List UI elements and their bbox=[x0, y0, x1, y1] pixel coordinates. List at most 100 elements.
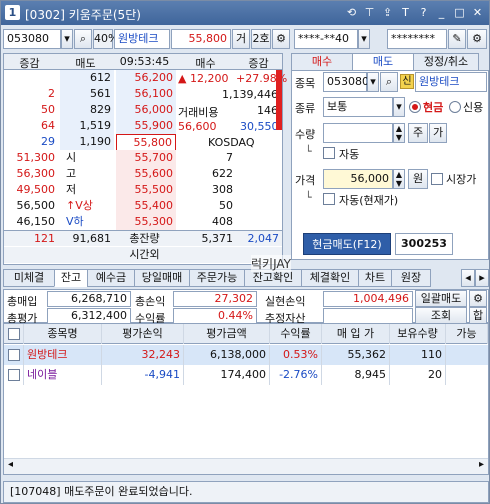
header-eval[interactable]: 평가금액 bbox=[184, 324, 270, 344]
code-dropdown-button[interactable]: ▾ bbox=[61, 29, 73, 49]
qty-ga-button[interactable]: 가 bbox=[429, 123, 447, 143]
maximize-icon[interactable]: □ bbox=[452, 5, 467, 20]
pin-icon[interactable]: ⊤ bbox=[362, 5, 377, 20]
tabs-scroll-left[interactable]: ◂ bbox=[461, 269, 475, 287]
cell-pl: -4,941 bbox=[102, 365, 184, 385]
ohlc-label: 저 bbox=[66, 183, 77, 196]
tab-sell[interactable]: 매도 bbox=[352, 53, 414, 71]
tab-lower-7[interactable]: 차트 bbox=[358, 269, 392, 287]
upload-icon[interactable]: ⇪ bbox=[380, 5, 395, 20]
qty-auto-checkbox[interactable] bbox=[323, 147, 335, 159]
minimize-icon[interactable]: _ bbox=[434, 5, 449, 20]
scroll-right-arrow-icon[interactable]: ▸ bbox=[479, 459, 484, 470]
stock-code-input[interactable]: 053080 bbox=[3, 29, 61, 49]
tabs-scroll-right[interactable]: ▸ bbox=[475, 269, 489, 287]
geo-button[interactable]: 거 bbox=[232, 29, 250, 49]
order-code-dropdown[interactable]: ▾ bbox=[367, 72, 379, 92]
tab-buy[interactable]: 매수 bbox=[291, 53, 353, 71]
tab-lower-1[interactable]: 잔고 bbox=[54, 269, 88, 287]
grid-horizontal-scrollbar[interactable]: ◂ ▸ bbox=[4, 458, 488, 474]
ask-row[interactable]: 50 829 56,000 bbox=[4, 102, 282, 118]
bid-row[interactable]: 56,300 고 55,600 622 bbox=[4, 166, 282, 182]
radio-credit[interactable] bbox=[449, 101, 461, 113]
bid-price[interactable]: 55,300 bbox=[116, 214, 176, 230]
bid-price[interactable]: 55,700 bbox=[116, 150, 176, 166]
bid-price[interactable]: 55,600 bbox=[116, 166, 176, 182]
order-type-dropdown[interactable]: ▾ bbox=[393, 97, 405, 117]
settings-gear-icon[interactable]: ⚙ bbox=[467, 29, 487, 49]
header-pl[interactable]: 평가손익 bbox=[102, 324, 184, 344]
gear-icon[interactable]: ⚙ bbox=[272, 29, 290, 49]
price-auto-checkbox[interactable] bbox=[323, 193, 335, 205]
ratio-selector[interactable]: 40% bbox=[93, 29, 118, 49]
account-dropdown-button[interactable]: ▾ bbox=[358, 29, 370, 49]
font-icon[interactable]: T bbox=[398, 5, 413, 20]
tab-modify-cancel[interactable]: 정정/취소 bbox=[413, 53, 479, 71]
header-qty[interactable]: 보유수량 bbox=[390, 324, 446, 344]
total-bid-change: 2,047 bbox=[247, 232, 280, 245]
order-tabs: 매수 매도 정정/취소 bbox=[291, 53, 479, 71]
row-checkbox[interactable] bbox=[8, 369, 20, 381]
tab-lower-2[interactable]: 예수금 bbox=[87, 269, 135, 287]
summary-label: 총손익 bbox=[135, 295, 166, 308]
price-unit-button[interactable]: 원 bbox=[408, 169, 428, 189]
market-price-checkbox[interactable] bbox=[431, 173, 443, 185]
qty-ju-button[interactable]: 주 bbox=[408, 123, 428, 143]
tab-lower-0[interactable]: 미체결 bbox=[3, 269, 55, 287]
search-icon[interactable]: ⌕ bbox=[74, 29, 92, 49]
bid-row[interactable]: 46,150 V하 55,300 408 bbox=[4, 214, 282, 230]
order-search-icon[interactable]: ⌕ bbox=[380, 72, 398, 92]
price-input[interactable]: 56,000 bbox=[323, 169, 393, 189]
ask-price[interactable]: 56,200 bbox=[116, 70, 176, 86]
sum-button[interactable]: 합 bbox=[469, 307, 487, 324]
help-icon[interactable]: ? bbox=[416, 5, 431, 20]
summary-gear-icon[interactable]: ⚙ bbox=[469, 290, 487, 307]
header-available[interactable]: 가능 bbox=[446, 324, 488, 344]
bid-row[interactable]: 56,500 ↑V상 55,400 50 bbox=[4, 198, 282, 214]
header-rate[interactable]: 수익률 bbox=[270, 324, 322, 344]
cell-rate: 0.53% bbox=[270, 345, 322, 365]
bulk-sell-button[interactable]: 일괄매도 bbox=[415, 290, 467, 307]
bid-price[interactable]: 55,500 bbox=[116, 182, 176, 198]
pencil-icon[interactable]: ✎ bbox=[448, 29, 466, 49]
code-label: 종목 bbox=[295, 77, 316, 90]
qty-stepper[interactable]: ▲ ▼ bbox=[393, 123, 405, 143]
close-icon[interactable]: ✕ bbox=[470, 5, 485, 20]
password-field[interactable]: ******** bbox=[387, 29, 447, 49]
ask-price[interactable]: 56,100 bbox=[116, 86, 176, 102]
cell-buy-price: 55,362 bbox=[322, 345, 390, 365]
header-name[interactable]: 종목명 bbox=[24, 324, 102, 344]
quote-scroll-bar[interactable] bbox=[276, 70, 282, 130]
scroll-left-arrow-icon[interactable]: ◂ bbox=[8, 459, 13, 470]
bid-price[interactable]: 55,400 bbox=[116, 198, 176, 214]
hoga2-button[interactable]: 2호 bbox=[251, 29, 271, 49]
tab-lower-8[interactable]: 원장 bbox=[391, 269, 431, 287]
select-all-checkbox[interactable] bbox=[8, 328, 20, 340]
account-field[interactable]: ****-**40 bbox=[294, 29, 358, 49]
ask-price[interactable]: 56,000 bbox=[116, 102, 176, 118]
after-hours-row[interactable]: 시간외 bbox=[4, 247, 282, 263]
price-stepper[interactable]: ▲ ▼ bbox=[393, 169, 405, 189]
ask-price[interactable]: 55,900 bbox=[116, 118, 176, 134]
after-hours-label[interactable]: 시간외 bbox=[116, 247, 176, 263]
qty-input[interactable] bbox=[323, 123, 393, 143]
table-row[interactable]: 네이블 -4,941 174,400 -2.76% 8,945 20 bbox=[4, 365, 488, 385]
order-code-input[interactable]: 053080 bbox=[323, 72, 369, 92]
qty-auto-label: 자동 bbox=[339, 148, 360, 161]
submit-sell-button[interactable]: 현금매도(F12) bbox=[303, 233, 391, 255]
refresh-icon[interactable]: ⟲ bbox=[344, 5, 359, 20]
ask-qty: 1,519 bbox=[60, 118, 114, 134]
order-type-select[interactable]: 보통 bbox=[323, 97, 393, 117]
tab-lower-4[interactable]: 주문가능 bbox=[189, 269, 245, 287]
header-buy-price[interactable]: 매 입 가 bbox=[322, 324, 390, 344]
ask-change: 29 bbox=[41, 135, 55, 148]
bid-row[interactable]: 51,300 시 55,700 7 bbox=[4, 150, 282, 166]
row-checkbox-cell bbox=[4, 345, 24, 365]
lookup-button[interactable]: 조회 bbox=[415, 307, 467, 324]
bid-row[interactable]: 49,500 저 55,500 308 bbox=[4, 182, 282, 198]
radio-cash[interactable] bbox=[409, 101, 421, 113]
table-row[interactable]: 원방테크 32,243 6,138,000 0.53% 55,362 110 bbox=[4, 345, 488, 365]
tab-lower-3[interactable]: 당일매매 bbox=[134, 269, 190, 287]
tab-lower-6[interactable]: 체결확인 bbox=[301, 269, 359, 287]
row-checkbox[interactable] bbox=[8, 349, 20, 361]
